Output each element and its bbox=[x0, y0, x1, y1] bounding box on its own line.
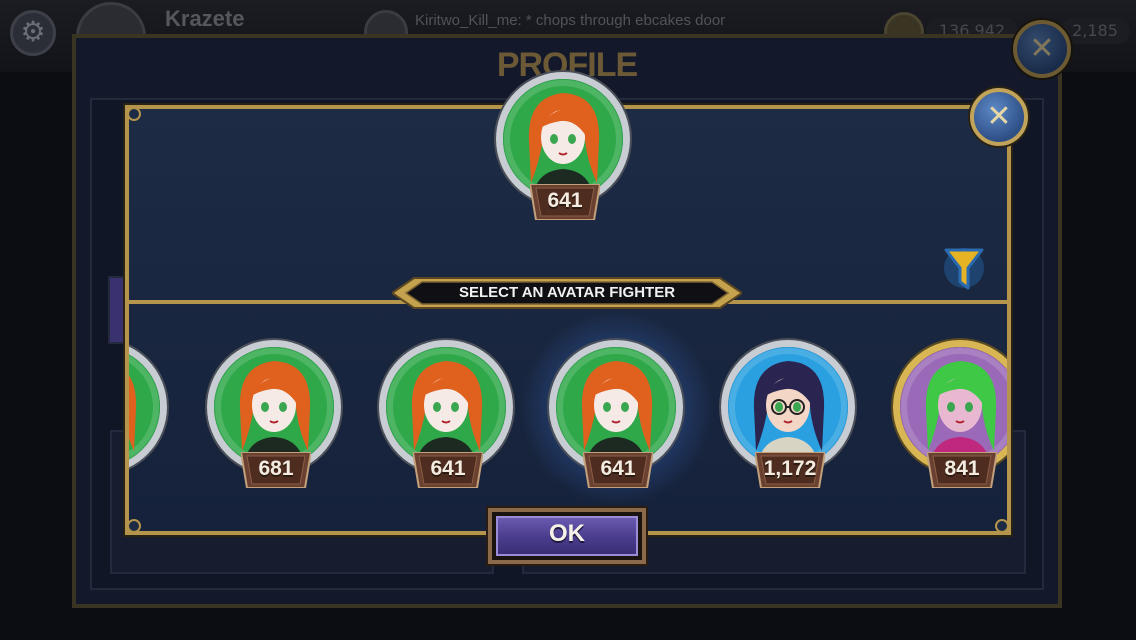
filter-button[interactable] bbox=[942, 246, 986, 292]
avatar-option[interactable]: 1,172 bbox=[721, 340, 857, 488]
player-name: Krazete bbox=[165, 6, 245, 31]
corner-ornament bbox=[127, 107, 141, 121]
current-avatar: 641 bbox=[496, 72, 632, 220]
avatar-option[interactable]: 681 bbox=[207, 340, 343, 488]
avatar-carousel[interactable]: 681 641 641 1,172 841 bbox=[129, 304, 1007, 530]
ok-button-label: OK bbox=[549, 520, 585, 547]
avatar-level: 841 bbox=[944, 457, 980, 480]
close-icon: ✕ bbox=[1029, 31, 1055, 66]
fighter-portrait bbox=[728, 347, 848, 467]
avatar-level: 641 bbox=[430, 457, 466, 480]
level-plate: 841 bbox=[927, 452, 997, 488]
fighter-portrait bbox=[900, 347, 1007, 467]
avatar-level: 641 bbox=[600, 457, 636, 480]
fighter-portrait bbox=[129, 347, 160, 467]
avatar-level: 641 bbox=[547, 189, 583, 212]
modal-close-button[interactable]: ✕ bbox=[970, 88, 1028, 146]
fighter-portrait bbox=[556, 347, 676, 467]
gear-icon[interactable]: ⚙ bbox=[10, 10, 56, 56]
avatar-option[interactable]: 641 bbox=[379, 340, 515, 488]
level-plate: 641 bbox=[530, 184, 600, 220]
fighter-portrait bbox=[214, 347, 334, 467]
chat-ticker[interactable]: Kiritwo_Kill_me: * chops through ebcakes… bbox=[415, 12, 725, 29]
profile-close-button[interactable]: ✕ bbox=[1013, 20, 1071, 78]
currency-gems: 2,185 bbox=[1060, 18, 1130, 44]
level-plate: 1,172 bbox=[755, 452, 825, 488]
fighter-portrait bbox=[503, 79, 623, 199]
close-icon: ✕ bbox=[986, 99, 1012, 134]
level-plate: 641 bbox=[413, 452, 483, 488]
fighter-portrait bbox=[386, 347, 506, 467]
avatar-option[interactable]: 841 bbox=[893, 340, 1007, 488]
ok-button[interactable]: OK bbox=[488, 508, 646, 564]
avatar-level: 1,172 bbox=[763, 457, 817, 480]
level-plate: 681 bbox=[241, 452, 311, 488]
filter-icon bbox=[944, 248, 984, 290]
avatar-level: 681 bbox=[258, 457, 294, 480]
avatar-option-selected[interactable]: 641 bbox=[519, 310, 715, 506]
level-plate: 641 bbox=[583, 452, 653, 488]
avatar-portrait bbox=[129, 340, 167, 474]
avatar-option[interactable] bbox=[129, 340, 169, 488]
